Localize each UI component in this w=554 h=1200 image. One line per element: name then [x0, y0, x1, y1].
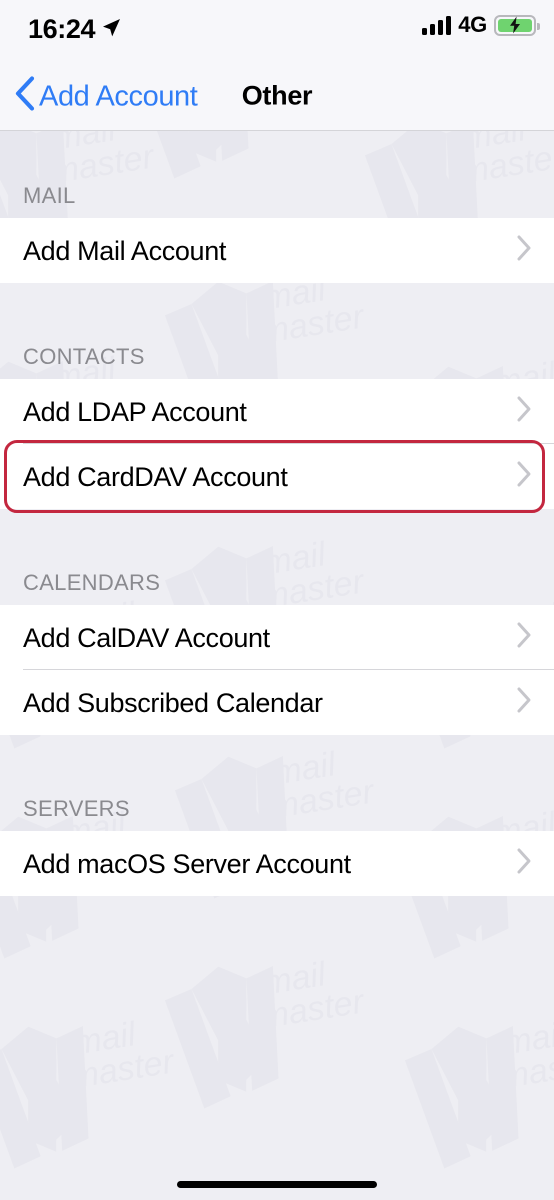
list-item-label: Add LDAP Account — [23, 396, 247, 427]
section-header-servers: SERVERS — [23, 796, 130, 821]
section-header-mail: MAIL — [23, 183, 76, 208]
status-bar-indicators: 4G — [422, 12, 540, 37]
section-group-contacts: Add LDAP Account Add CardDAV Account — [0, 379, 554, 509]
list-item-label: Add CalDAV Account — [23, 622, 270, 653]
home-indicator-bar[interactable] — [177, 1181, 377, 1188]
section-group-servers: Add macOS Server Account — [0, 831, 554, 896]
chevron-right-icon — [516, 460, 532, 493]
section-group-calendars: Add CalDAV Account Add Subscribed Calend… — [0, 605, 554, 735]
chevron-right-icon — [516, 621, 532, 654]
settings-list: MAIL Add Mail Account CONTACTS Add LDAP … — [0, 131, 554, 1200]
list-item-label: Add CardDAV Account — [23, 461, 288, 492]
list-item-label: Add Subscribed Calendar — [23, 687, 323, 718]
list-item-add-carddav-account[interactable]: Add CardDAV Account — [0, 444, 554, 509]
chevron-right-icon — [516, 395, 532, 428]
iphone-settings-other-screen: mailmaster mailmaster mailmaster mailmas… — [0, 0, 554, 1200]
chevron-right-icon — [516, 847, 532, 880]
list-item-add-macos-server-account[interactable]: Add macOS Server Account — [0, 831, 554, 896]
list-item-label: Add Mail Account — [23, 235, 227, 266]
chevron-right-icon — [516, 686, 532, 719]
chevron-right-icon — [516, 234, 532, 267]
list-item-add-subscribed-calendar[interactable]: Add Subscribed Calendar — [0, 670, 554, 735]
status-bar: 16:24 4G — [0, 0, 554, 62]
list-item-add-mail-account[interactable]: Add Mail Account — [0, 218, 554, 283]
battery-charging-icon — [494, 14, 540, 36]
cellular-signal-bars-icon — [422, 15, 452, 35]
list-item-add-caldav-account[interactable]: Add CalDAV Account — [0, 605, 554, 670]
section-header-contacts: CONTACTS — [23, 344, 145, 369]
status-bar-clock: 16:24 — [28, 14, 96, 44]
list-item-label: Add macOS Server Account — [23, 848, 351, 879]
page-title: Other — [241, 80, 313, 111]
network-type-label: 4G — [458, 12, 487, 37]
list-item-add-ldap-account[interactable]: Add LDAP Account — [0, 379, 554, 444]
location-arrow-icon — [100, 17, 122, 44]
navigation-bar: Add Account Other — [0, 62, 554, 131]
section-group-mail: Add Mail Account — [0, 218, 554, 283]
section-header-calendars: CALENDARS — [23, 570, 161, 595]
